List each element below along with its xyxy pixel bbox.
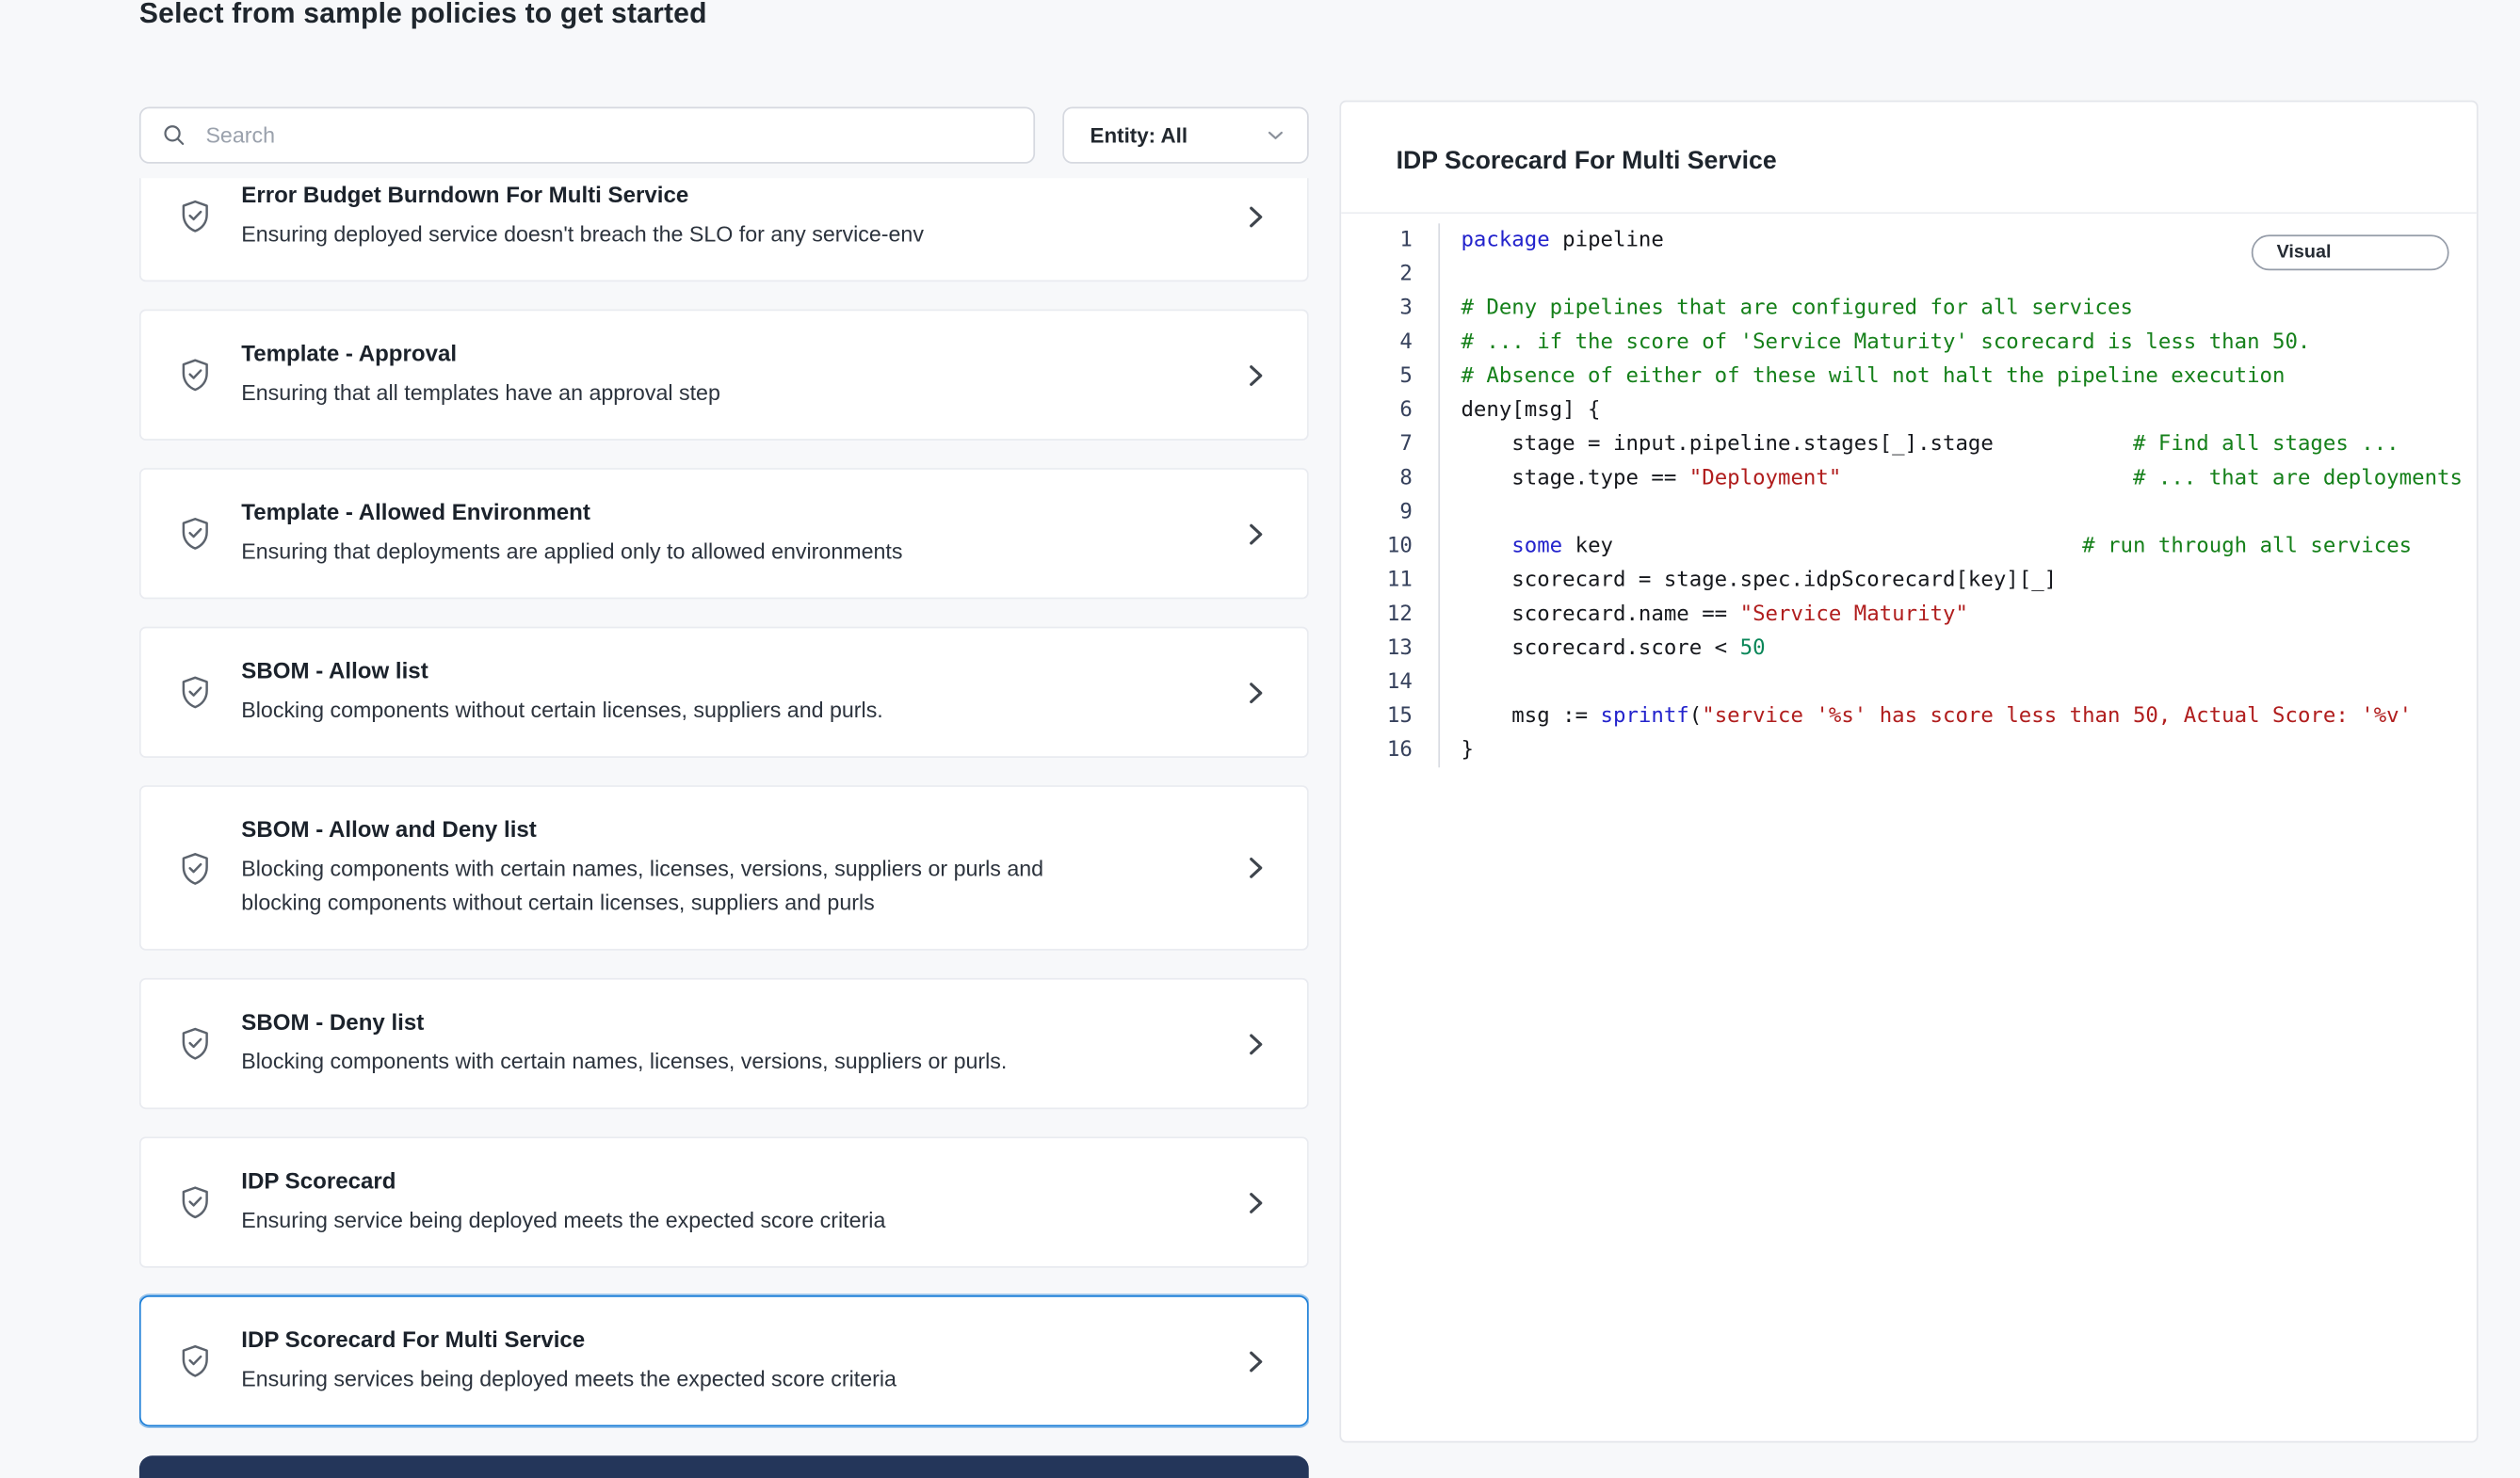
chevron-right-icon[interactable] [1239,359,1271,391]
line-number: 7 [1341,427,1413,461]
shield-check-icon [176,1342,215,1380]
line-number: 1 [1341,223,1413,257]
policy-list-item[interactable]: IDP Scorecard Ensuring service being dep… [139,1136,1309,1267]
policy-list-item[interactable]: SBOM - Deny list Blocking components wit… [139,978,1309,1109]
policy-preview-panel: IDP Scorecard For Multi Service Visual R… [1339,101,2478,1443]
policy-list-item[interactable]: Template - Allowed Environment Ensuring … [139,468,1309,599]
line-number: 9 [1341,495,1413,529]
line-number: 16 [1341,733,1413,767]
code-line: # Deny pipelines that are configured for… [1461,292,2476,326]
policy-text: Template - Approval Ensuring that all te… [241,340,1220,410]
policy-list-item[interactable]: Error Budget Burndown For Multi Service … [139,178,1309,281]
policy-text: SBOM - Deny list Blocking components wit… [241,1009,1220,1079]
policy-description: Ensuring service being deployed meets th… [241,1203,1071,1237]
chevron-right-icon[interactable] [1239,1344,1271,1376]
shield-check-icon [176,1183,215,1221]
policy-list-item[interactable]: Template - Approval Ensuring that all te… [139,310,1309,441]
policy-text: Template - Allowed Environment Ensuring … [241,499,1220,569]
policy-title: IDP Scorecard [241,1167,1220,1195]
policy-text: SBOM - Allow list Blocking components wi… [241,657,1220,727]
code-line: some key # run through all services [1461,529,2476,563]
policy-description: Blocking components with certain names, … [241,1044,1071,1078]
preview-header: IDP Scorecard For Multi Service [1341,102,2477,214]
policy-description: Ensuring services being deployed meets t… [241,1362,1071,1396]
policy-title: SBOM - Deny list [241,1009,1220,1036]
chevron-right-icon[interactable] [1239,518,1271,550]
policy-title: Template - Approval [241,340,1220,367]
line-number-gutter: 12345678910111213141516 [1341,223,1440,767]
search-icon [160,121,187,149]
preview-title: IDP Scorecard For Multi Service [1397,148,2422,177]
shield-check-icon [176,849,215,887]
code-line: } [1461,733,2476,767]
search-box[interactable] [139,107,1035,164]
policy-title: SBOM - Allow list [241,657,1220,684]
policy-text: IDP Scorecard Ensuring service being dep… [241,1167,1220,1237]
line-number: 3 [1341,292,1413,326]
entity-filter-label: Entity: All [1090,123,1188,148]
shield-check-icon [176,1025,215,1063]
policy-list-item[interactable]: SBOM - Allow list Blocking components wi… [139,627,1309,758]
footer-bar [139,1455,1309,1478]
toolbar: Entity: All [139,107,1309,164]
line-number: 13 [1341,632,1413,666]
line-number: 12 [1341,598,1413,632]
chevron-right-icon[interactable] [1239,200,1271,232]
shield-check-icon [176,515,215,553]
entity-filter-dropdown[interactable]: Entity: All [1062,107,1308,164]
view-toggle: Visual Rego [2251,234,2449,270]
policy-description: Ensuring deployed service doesn't breach… [241,217,1071,250]
policy-title: Template - Allowed Environment [241,499,1220,526]
policy-title: IDP Scorecard For Multi Service [241,1326,1220,1354]
policy-title: Error Budget Burndown For Multi Service [241,182,1220,209]
code-content[interactable]: package pipeline # Deny pipelines that a… [1440,223,2477,767]
line-number: 5 [1341,360,1413,394]
chevron-right-icon[interactable] [1239,676,1271,708]
policy-description: Blocking components with certain names, … [241,852,1071,920]
code-line: scorecard.score < 50 [1461,632,2476,666]
code-line: stage = input.pipeline.stages[_].stage #… [1461,427,2476,461]
sample-policies-page: Select from sample policies to get start… [0,0,2520,1471]
policy-list: Error Budget Burndown For Multi Service … [139,178,1309,1442]
policy-list-item[interactable]: IDP Scorecard For Multi Service Ensuring… [139,1295,1309,1426]
shield-check-icon [176,198,215,235]
line-number: 14 [1341,666,1413,699]
code-line [1461,666,2476,699]
line-number: 6 [1341,394,1413,427]
line-number: 11 [1341,564,1413,598]
shield-check-icon [176,356,215,394]
chevron-right-icon[interactable] [1239,1186,1271,1218]
policy-text: IDP Scorecard For Multi Service Ensuring… [241,1326,1220,1396]
code-line: scorecard.name == "Service Maturity" [1461,598,2476,632]
page-title: Select from sample policies to get start… [139,0,707,31]
code-line: msg := sprintf("service '%s' has score l… [1461,699,2476,733]
code-editor: Visual Rego 12345678910111213141516 pack… [1341,214,2477,767]
policy-text: SBOM - Allow and Deny list Blocking comp… [241,816,1220,920]
chevron-right-icon[interactable] [1239,852,1271,884]
code-line [1461,495,2476,529]
policy-description: Ensuring that deployments are applied on… [241,535,1071,569]
policy-text: Error Budget Burndown For Multi Service … [241,182,1220,251]
code-line: # Absence of either of these will not ha… [1461,360,2476,394]
policy-list-item[interactable]: SBOM - Allow and Deny list Blocking comp… [139,785,1309,950]
policy-title: SBOM - Allow and Deny list [241,816,1220,843]
search-input[interactable] [202,121,1014,149]
rego-toggle-button[interactable]: Rego [2354,234,2449,270]
policy-description: Blocking components without certain lice… [241,693,1071,727]
shield-check-icon [176,674,215,712]
line-number: 8 [1341,461,1413,495]
line-number: 10 [1341,529,1413,563]
code-line: stage.type == "Deployment" # ... that ar… [1461,461,2476,495]
line-number: 4 [1341,326,1413,360]
code-line: deny[msg] { [1461,394,2476,427]
chevron-down-icon [1264,123,1288,148]
code-line: scorecard = stage.spec.idpScorecard[key]… [1461,564,2476,598]
line-number: 2 [1341,257,1413,291]
code-line: # ... if the score of 'Service Maturity'… [1461,326,2476,360]
chevron-right-icon[interactable] [1239,1027,1271,1059]
line-number: 15 [1341,699,1413,733]
visual-toggle-button[interactable]: Visual [2253,236,2356,268]
policy-description: Ensuring that all templates have an appr… [241,376,1071,410]
